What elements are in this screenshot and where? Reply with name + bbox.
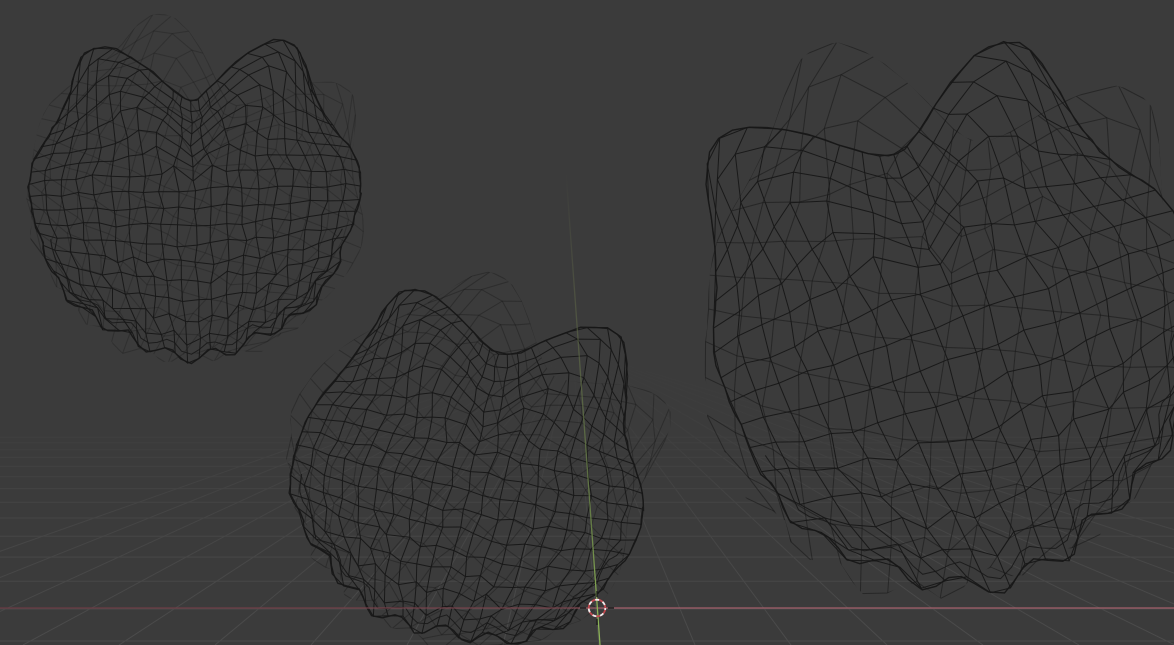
viewport-canvas[interactable] xyxy=(0,0,1174,645)
3d-viewport[interactable] xyxy=(0,0,1174,645)
